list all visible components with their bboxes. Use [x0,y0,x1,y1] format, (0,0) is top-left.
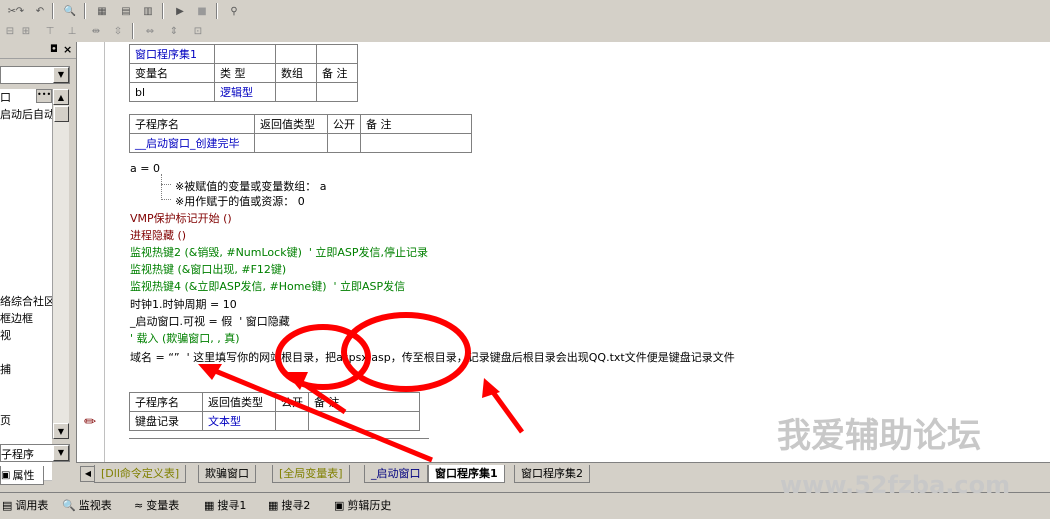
annotation-arrow [487,386,525,434]
panel-button-label: 搜寻1 [217,499,247,512]
variable-icon: ≈ [134,499,144,512]
panel-button-0[interactable]: ▤ 调用表 [2,497,48,515]
search-icon: ▦ [204,499,215,512]
annotation-overlay [198,312,525,463]
panel-button-label: 搜寻2 [281,499,311,512]
panel-button-2[interactable]: ≈ 变量表 [134,497,179,515]
panel-button-label: 剪辑历史 [347,499,392,512]
panel-button-5[interactable]: ▣ 剪辑历史 [334,497,391,515]
clip-history-icon: ▣ [334,499,345,512]
tab-1[interactable]: 欺骗窗口 [198,465,256,483]
watch-icon: 🔍 [62,499,76,512]
panel-button-label: 调用表 [15,499,49,512]
tab-0[interactable]: [Dll命令定义表] [94,465,187,483]
panel-button-label: 监视表 [78,499,112,512]
panel-button-4[interactable]: ▦ 搜寻2 [268,497,310,515]
annotation-arrow [207,365,433,463]
panel-button-label: 变量表 [146,499,180,512]
watermark-url: www.52fzba.com [780,471,1011,499]
tab-2[interactable]: [全局变量表] [272,465,350,483]
tab-5[interactable]: 窗口程序集2 [514,465,590,483]
bottom-panel-bar: www.52fzba.com ▤ 调用表 🔍 监视表 ≈ 变量表 ▦ 搜寻1 ▦ 搜寻2 ▣ 剪辑历史 [0,471,1050,519]
tab-4[interactable]: 窗口程序集1 [428,465,505,483]
tab-3[interactable]: _启动窗口 [364,465,428,483]
annotation-circle [341,312,471,392]
search-icon: ▦ [268,499,279,512]
panel-button-3[interactable]: ▦ 搜寻1 [204,497,246,515]
call-table-icon: ▤ [2,499,13,512]
panel-button-1[interactable]: 🔍 监视表 [62,497,112,515]
